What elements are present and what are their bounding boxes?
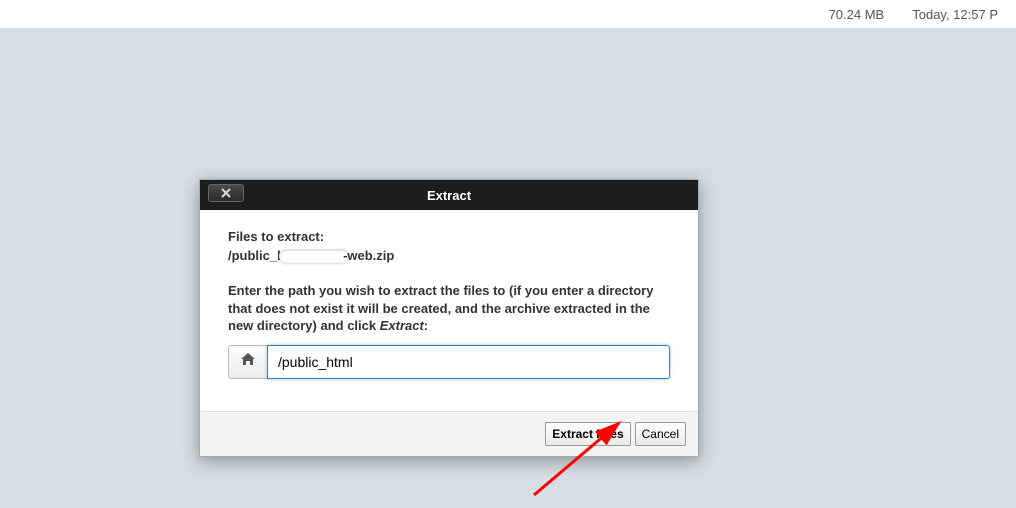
close-icon	[220, 188, 232, 198]
dialog-title: Extract	[427, 188, 471, 203]
close-button[interactable]	[208, 184, 244, 202]
filename-redacted	[279, 249, 349, 263]
home-icon	[240, 352, 256, 371]
dialog-footer: Extract Files Cancel	[200, 411, 698, 456]
extract-filename: /public_h -web.zip	[228, 247, 670, 265]
date-time-text: Today, 12:57 P	[912, 7, 998, 22]
filename-prefix: /public_h	[228, 248, 285, 263]
instruction-text: Enter the path you wish to extract the f…	[228, 283, 653, 333]
extract-path-input[interactable]	[267, 345, 670, 379]
extract-instruction: Enter the path you wish to extract the f…	[228, 282, 670, 335]
home-button[interactable]	[228, 345, 267, 379]
dialog-header: Extract	[200, 180, 698, 210]
instruction-emphasis: Extract	[380, 318, 424, 333]
top-info-bar: 70.24 MB Today, 12:57 P	[0, 0, 1016, 28]
extract-files-button[interactable]: Extract Files	[545, 422, 630, 446]
file-size-text: 70.24 MB	[829, 7, 885, 22]
files-to-extract-label: Files to extract:	[228, 228, 670, 246]
extract-dialog: Extract Files to extract: /public_h -web.…	[199, 179, 699, 457]
filename-suffix: -web.zip	[343, 248, 394, 263]
dialog-body: Files to extract: /public_h -web.zip Ente…	[200, 210, 698, 411]
path-input-row	[228, 345, 670, 379]
cancel-button[interactable]: Cancel	[635, 422, 686, 446]
instruction-tail: :	[424, 318, 428, 333]
